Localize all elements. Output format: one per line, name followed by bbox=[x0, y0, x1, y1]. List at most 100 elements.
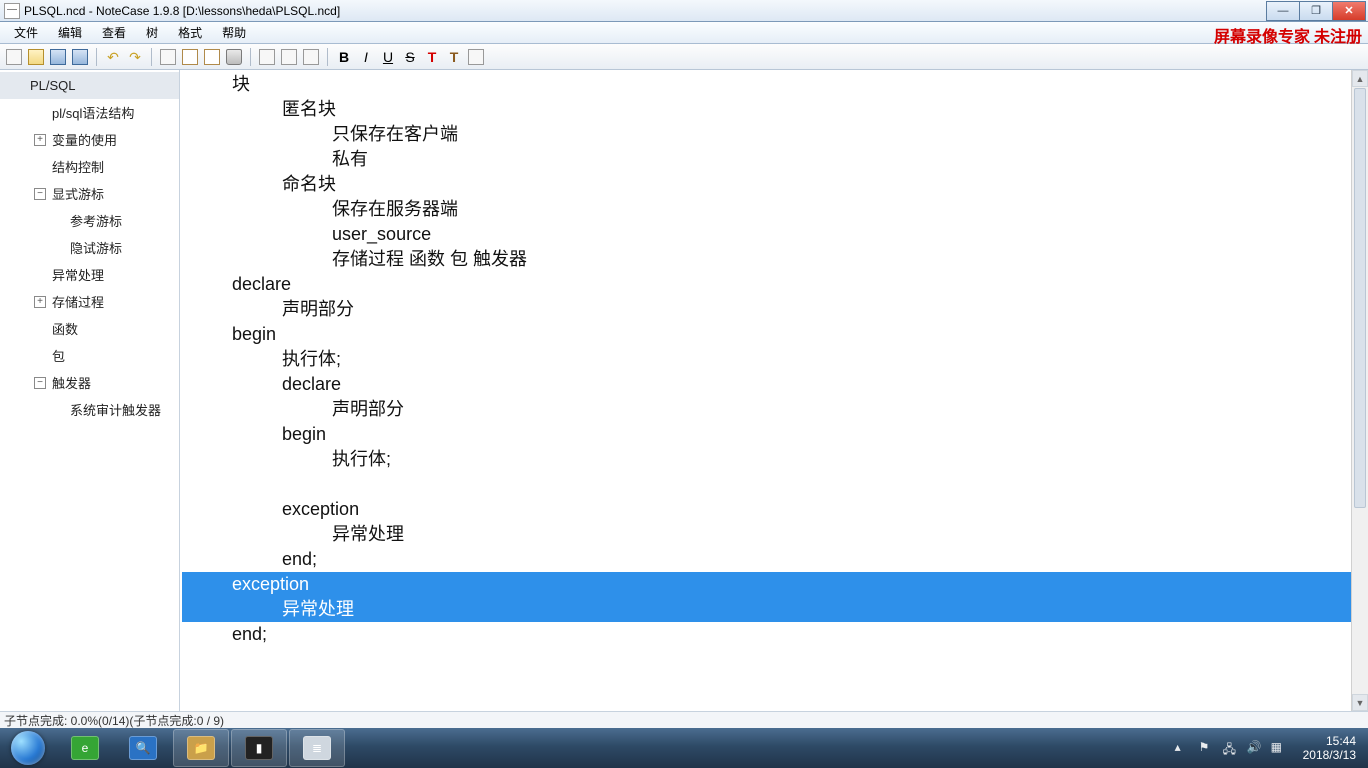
tree-spacer-icon bbox=[34, 350, 46, 362]
tree-item[interactable]: −显式游标 bbox=[0, 180, 179, 207]
editor-line[interactable]: 声明部分 bbox=[182, 297, 1366, 322]
taskbar-app[interactable]: ≣ bbox=[289, 729, 345, 767]
tree-spacer-icon bbox=[34, 161, 46, 173]
cut-icon[interactable] bbox=[158, 47, 178, 67]
editor-line[interactable] bbox=[182, 472, 1366, 497]
tree-item[interactable]: pl/sql语法结构 bbox=[0, 99, 179, 126]
notecase-icon: ≣ bbox=[303, 736, 331, 760]
tree-item[interactable]: 隐试游标 bbox=[0, 234, 179, 261]
tree-item[interactable]: −触发器 bbox=[0, 369, 179, 396]
tree-item[interactable]: 系统审计触发器 bbox=[0, 396, 179, 423]
editor-line[interactable]: 保存在服务器端 bbox=[182, 197, 1366, 222]
taskbar: e 🔍 📁 ▮ ≣ ▴ ⚑ 🖧 🔊 ▦ 15:44 2018/3/13 bbox=[0, 728, 1368, 768]
redo-icon[interactable]: ↷ bbox=[125, 47, 145, 67]
scroll-down-icon[interactable]: ▼ bbox=[1352, 694, 1368, 711]
taskbar-app[interactable]: ▮ bbox=[231, 729, 287, 767]
editor-line[interactable]: 命名块 bbox=[182, 172, 1366, 197]
editor-line[interactable]: 私有 bbox=[182, 147, 1366, 172]
editor-line[interactable]: 异常处理 bbox=[182, 597, 1366, 622]
tree-item[interactable]: 包 bbox=[0, 342, 179, 369]
menu-4[interactable]: 格式 bbox=[168, 22, 212, 43]
link-icon[interactable] bbox=[257, 47, 277, 67]
tree-item[interactable]: +变量的使用 bbox=[0, 126, 179, 153]
editor-line[interactable]: user_source bbox=[182, 222, 1366, 247]
menu-5[interactable]: 帮助 bbox=[212, 22, 256, 43]
save-as-icon[interactable] bbox=[70, 47, 90, 67]
undo-icon[interactable]: ↶ bbox=[103, 47, 123, 67]
editor-line[interactable]: begin bbox=[182, 322, 1366, 347]
flag-icon[interactable]: ⚑ bbox=[1199, 740, 1215, 756]
tree-item[interactable]: 结构控制 bbox=[0, 153, 179, 180]
text-bg-icon[interactable]: T bbox=[444, 47, 464, 67]
magnifier-icon: 🔍 bbox=[129, 736, 157, 760]
paste-icon[interactable] bbox=[202, 47, 222, 67]
editor-line[interactable]: begin bbox=[182, 422, 1366, 447]
tree-item-label: pl/sql语法结构 bbox=[52, 103, 134, 122]
menu-3[interactable]: 树 bbox=[136, 22, 168, 43]
volume-icon[interactable]: 🔊 bbox=[1247, 740, 1263, 756]
editor-line[interactable]: declare bbox=[182, 372, 1366, 397]
tree-item[interactable]: 函数 bbox=[0, 315, 179, 342]
image-icon[interactable] bbox=[279, 47, 299, 67]
menu-1[interactable]: 编辑 bbox=[48, 22, 92, 43]
attach-icon[interactable] bbox=[301, 47, 321, 67]
network-icon[interactable]: 🖧 bbox=[1223, 740, 1239, 756]
open-folder-icon[interactable] bbox=[26, 47, 46, 67]
expand-icon[interactable]: + bbox=[34, 134, 46, 146]
editor-line[interactable]: 存储过程 函数 包 触发器 bbox=[182, 247, 1366, 272]
menu-0[interactable]: 文件 bbox=[4, 22, 48, 43]
taskbar-app[interactable]: 📁 bbox=[173, 729, 229, 767]
editor-line[interactable]: 执行体; bbox=[182, 347, 1366, 372]
windows-orb-icon bbox=[11, 731, 45, 765]
close-button[interactable]: ✕ bbox=[1332, 1, 1366, 21]
minimize-button[interactable]: — bbox=[1266, 1, 1300, 21]
scroll-thumb[interactable] bbox=[1354, 88, 1366, 508]
taskbar-clock[interactable]: 15:44 2018/3/13 bbox=[1295, 734, 1364, 762]
system-tray: ▴ ⚑ 🖧 🔊 ▦ 15:44 2018/3/13 bbox=[1175, 734, 1368, 762]
tree-item[interactable]: +存储过程 bbox=[0, 288, 179, 315]
editor-line[interactable]: exception bbox=[182, 497, 1366, 522]
maximize-button[interactable]: ❐ bbox=[1299, 1, 1333, 21]
scroll-up-icon[interactable]: ▲ bbox=[1352, 70, 1368, 87]
editor-line[interactable]: 异常处理 bbox=[182, 522, 1366, 547]
bold-icon[interactable]: B bbox=[334, 47, 354, 67]
editor-vscrollbar[interactable]: ▲ ▼ bbox=[1351, 70, 1368, 711]
editor-line[interactable]: 执行体; bbox=[182, 447, 1366, 472]
editor-line[interactable]: 匿名块 bbox=[182, 97, 1366, 122]
editor-line[interactable]: 只保存在客户端 bbox=[182, 122, 1366, 147]
underline-icon[interactable]: U bbox=[378, 47, 398, 67]
editor-pane[interactable]: 块 匿名块 只保存在客户端 私有 命名块 保存在服务器端 user_source bbox=[180, 70, 1368, 711]
editor-line[interactable]: exception bbox=[182, 572, 1366, 597]
editor-line[interactable]: end; bbox=[182, 622, 1366, 647]
delete-icon[interactable] bbox=[224, 47, 244, 67]
editor-line[interactable]: declare bbox=[182, 272, 1366, 297]
italic-icon[interactable]: I bbox=[356, 47, 376, 67]
tree-spacer-icon bbox=[52, 215, 64, 227]
tree-panel[interactable]: PL/SQL pl/sql语法结构 +变量的使用结构控制−显式游标参考游标隐试游标异… bbox=[0, 70, 180, 711]
editor-line[interactable]: end; bbox=[182, 547, 1366, 572]
explorer-icon: 📁 bbox=[187, 736, 215, 760]
ie-icon: e bbox=[71, 736, 99, 760]
ime-icon[interactable]: ▦ bbox=[1271, 740, 1287, 756]
editor-line[interactable]: 声明部分 bbox=[182, 397, 1366, 422]
collapse-icon[interactable]: − bbox=[34, 188, 46, 200]
toolbar-separator bbox=[327, 48, 328, 66]
tray-chevron-icon[interactable]: ▴ bbox=[1175, 740, 1191, 756]
taskbar-app[interactable]: 🔍 bbox=[115, 729, 171, 767]
cmd-icon: ▮ bbox=[245, 736, 273, 760]
collapse-icon[interactable]: − bbox=[34, 377, 46, 389]
strike-icon[interactable]: S bbox=[400, 47, 420, 67]
new-file-icon[interactable] bbox=[4, 47, 24, 67]
tree-item[interactable]: 参考游标 bbox=[0, 207, 179, 234]
save-icon[interactable] bbox=[48, 47, 68, 67]
copy-icon[interactable] bbox=[180, 47, 200, 67]
menu-2[interactable]: 查看 bbox=[92, 22, 136, 43]
editor-line[interactable]: 块 bbox=[182, 72, 1366, 97]
start-button[interactable] bbox=[1, 729, 55, 767]
text-color-icon[interactable]: T bbox=[422, 47, 442, 67]
taskbar-app[interactable]: e bbox=[57, 729, 113, 767]
expand-icon[interactable]: + bbox=[34, 296, 46, 308]
options-icon[interactable] bbox=[466, 47, 486, 67]
tree-item[interactable]: 异常处理 bbox=[0, 261, 179, 288]
tree-item[interactable]: PL/SQL bbox=[0, 72, 179, 99]
